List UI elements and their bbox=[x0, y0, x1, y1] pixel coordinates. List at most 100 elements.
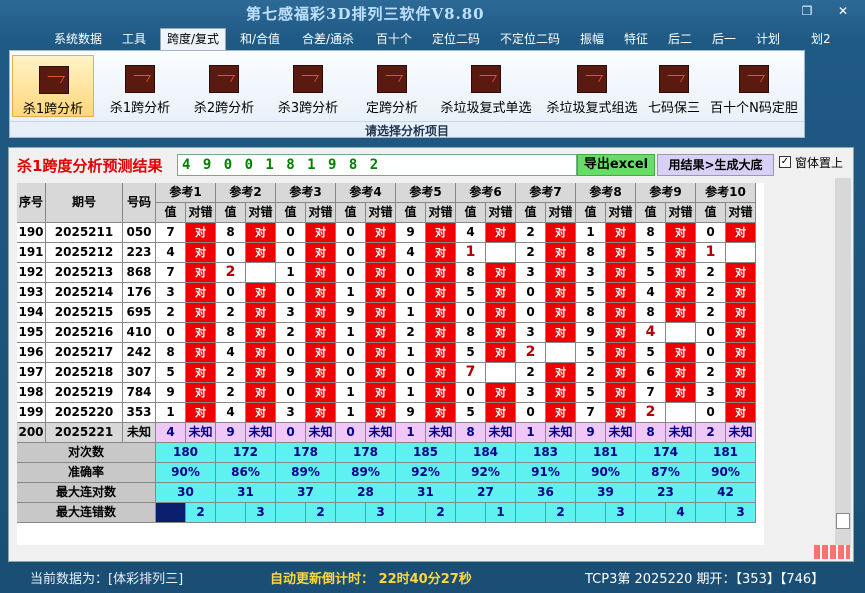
hit-cell: 对 bbox=[606, 223, 636, 243]
hit-cell: 对 bbox=[306, 323, 336, 343]
chart-icon bbox=[125, 65, 155, 93]
menu-item-6[interactable]: 定位二码 bbox=[426, 29, 486, 49]
ribbon-button-1[interactable]: 杀1跨分析 bbox=[98, 55, 182, 117]
miss-cell bbox=[726, 243, 756, 263]
hit-cell: 对 bbox=[246, 223, 276, 243]
prediction-result-field[interactable]: 4 9 0 0 1 8 1 9 8 2 bbox=[177, 154, 577, 176]
hit-cell: 对 bbox=[366, 283, 396, 303]
ref-value: 5 bbox=[576, 343, 606, 363]
menu-item-13[interactable]: 划2 bbox=[805, 29, 837, 49]
ref-value: 1 bbox=[396, 343, 426, 363]
stat-value: 184 bbox=[456, 443, 516, 463]
menu-item-2[interactable]: 跨度/复式 bbox=[160, 28, 227, 50]
header-seq: 序号 bbox=[17, 183, 46, 223]
ribbon-button-4[interactable]: 定跨分析 bbox=[350, 55, 434, 117]
hit-cell: 对 bbox=[606, 363, 636, 383]
header-value: 值 bbox=[156, 203, 186, 223]
ref-value: 5 bbox=[456, 403, 486, 423]
menu-item-4[interactable]: 合差/通杀 bbox=[296, 29, 360, 49]
ribbon-button-8[interactable]: 百十个N码定胆 bbox=[706, 55, 802, 117]
vertical-scrollbar[interactable] bbox=[835, 178, 851, 548]
ribbon-button-3[interactable]: 杀3跨分析 bbox=[266, 55, 350, 117]
row-seq: 192 bbox=[17, 263, 46, 283]
ribbon-button-0[interactable]: 杀1跨分析 bbox=[12, 55, 94, 117]
analysis-panel: 杀1跨度分析预测结果 4 9 0 0 1 8 1 9 8 2 导出excel 用… bbox=[8, 147, 854, 562]
ref-value: 7 bbox=[576, 403, 606, 423]
miss-cell bbox=[486, 363, 516, 383]
header-value: 值 bbox=[276, 203, 306, 223]
ref-value-miss: 1 bbox=[456, 243, 486, 263]
header-value: 值 bbox=[516, 203, 546, 223]
menu-item-1[interactable]: 工具 bbox=[116, 29, 152, 49]
close-button[interactable]: ✕ bbox=[830, 2, 856, 20]
row-number: 176 bbox=[123, 283, 156, 303]
ref-value: 0 bbox=[516, 403, 546, 423]
hit-cell: 对 bbox=[606, 303, 636, 323]
row-number: 410 bbox=[123, 323, 156, 343]
menu-item-11[interactable]: 后一 bbox=[706, 29, 742, 49]
status-bar: 当前数据为：[体彩排列三] 自动更新倒计时： 22时40分27秒 TCP3第 2… bbox=[0, 563, 865, 593]
pin-window-checkbox[interactable]: ✓ bbox=[779, 156, 791, 168]
menu-item-7[interactable]: 不定位二码 bbox=[494, 29, 566, 49]
ref-value: 8 bbox=[456, 263, 486, 283]
ref-value: 1 bbox=[336, 283, 366, 303]
unknown-cell: 未知 bbox=[726, 423, 756, 443]
hit-cell: 对 bbox=[306, 223, 336, 243]
hit-cell: 对 bbox=[486, 223, 516, 243]
current-data-label: 当前数据为：[体彩排列三] bbox=[30, 572, 184, 587]
hit-cell: 对 bbox=[486, 263, 516, 283]
unknown-cell: 未知 bbox=[186, 423, 216, 443]
menu-item-12[interactable]: 计划 bbox=[750, 29, 786, 49]
chart-icon bbox=[471, 65, 501, 93]
menu-item-5[interactable]: 百十个 bbox=[370, 29, 418, 49]
menu-item-9[interactable]: 特征 bbox=[618, 29, 654, 49]
stat-value: 92% bbox=[396, 463, 456, 483]
hit-cell: 对 bbox=[306, 243, 336, 263]
prediction-value: 9 bbox=[576, 423, 606, 443]
stat-value: 181 bbox=[696, 443, 756, 463]
row-period: 2025218 bbox=[46, 363, 123, 383]
hit-cell: 对 bbox=[306, 383, 336, 403]
hit-cell: 对 bbox=[306, 343, 336, 363]
stat-value: 90% bbox=[576, 463, 636, 483]
export-excel-button[interactable]: 导出excel bbox=[577, 154, 655, 176]
ref-value: 0 bbox=[696, 223, 726, 243]
menu-item-8[interactable]: 振幅 bbox=[574, 29, 610, 49]
hit-cell: 对 bbox=[726, 343, 756, 363]
ref-value: 4 bbox=[216, 343, 246, 363]
header-ref-4: 参考4 bbox=[336, 183, 396, 203]
hit-cell: 对 bbox=[726, 383, 756, 403]
ref-value: 1 bbox=[336, 323, 366, 343]
ref-value: 2 bbox=[396, 323, 426, 343]
ref-value: 0 bbox=[276, 343, 306, 363]
stat-label: 准确率 bbox=[17, 463, 156, 483]
scrollbar-thumb[interactable] bbox=[836, 513, 850, 529]
ribbon-button-6[interactable]: 杀垃圾复式组选 bbox=[540, 55, 644, 117]
stat-value: 2 bbox=[426, 503, 456, 523]
row-period: 2025214 bbox=[46, 283, 123, 303]
ref-value: 0 bbox=[396, 263, 426, 283]
hit-cell: 对 bbox=[486, 383, 516, 403]
ribbon-button-5[interactable]: 杀垃圾复式单选 bbox=[434, 55, 538, 117]
miss-cell bbox=[486, 243, 516, 263]
hit-cell: 对 bbox=[726, 403, 756, 423]
hit-cell: 对 bbox=[426, 283, 456, 303]
menu-item-10[interactable]: 后二 bbox=[662, 29, 698, 49]
chart-icon bbox=[39, 66, 69, 94]
hit-cell: 对 bbox=[246, 323, 276, 343]
ribbon-button-7[interactable]: 七码保三 bbox=[644, 55, 704, 117]
menu-item-3[interactable]: 和/合值 bbox=[234, 29, 286, 49]
ref-value-miss: 7 bbox=[456, 363, 486, 383]
generate-base-button[interactable]: 用结果>生成大底 bbox=[657, 154, 774, 176]
hit-cell: 对 bbox=[546, 303, 576, 323]
stat-spacer bbox=[336, 503, 366, 523]
restore-button[interactable]: ❐ bbox=[794, 2, 820, 20]
hit-cell: 对 bbox=[186, 243, 216, 263]
row-number: 784 bbox=[123, 383, 156, 403]
prediction-value: 0 bbox=[336, 423, 366, 443]
ribbon-button-2[interactable]: 杀2跨分析 bbox=[182, 55, 266, 117]
menu-item-0[interactable]: 系统数据 bbox=[48, 29, 108, 49]
hit-cell: 对 bbox=[726, 363, 756, 383]
stat-value: 28 bbox=[336, 483, 396, 503]
header-hit: 对错 bbox=[306, 203, 336, 223]
